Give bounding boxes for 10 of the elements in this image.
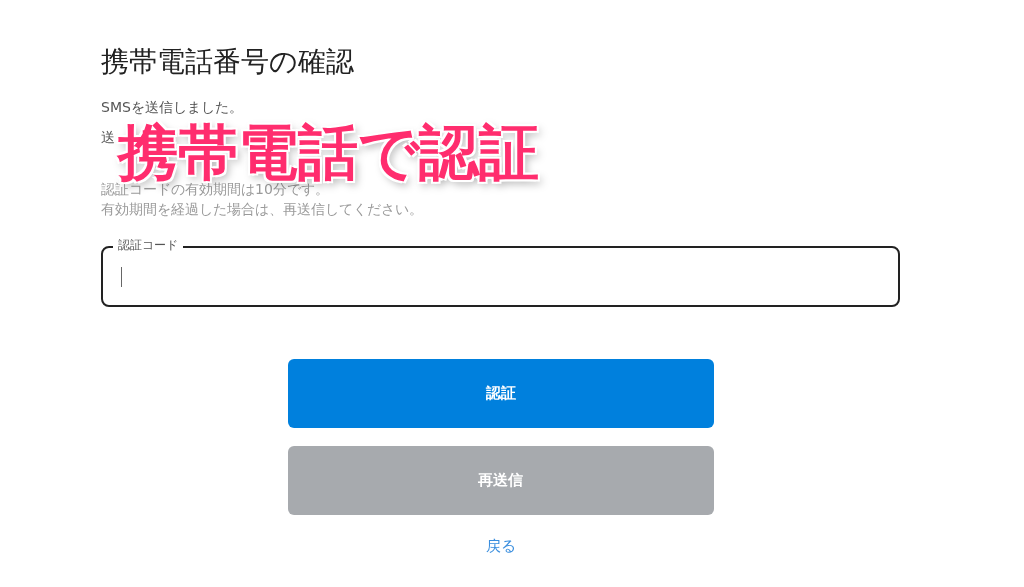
text-cursor bbox=[121, 266, 122, 287]
page-title: 携帯電話番号の確認 bbox=[101, 44, 355, 80]
resend-button[interactable]: 再送信 bbox=[287, 446, 714, 515]
message-text: 有効期間を経過した場合は、再送信してください。 bbox=[101, 200, 423, 218]
message-text: SMSを送信しました。 bbox=[101, 98, 243, 116]
field-label: 認証コード bbox=[113, 237, 183, 253]
message-text: 送 bbox=[101, 128, 115, 146]
overlay-caption: 携帯電話で認証 bbox=[118, 122, 539, 182]
verify-button[interactable]: 認証 bbox=[287, 359, 714, 428]
back-link[interactable]: 戻る bbox=[485, 537, 516, 556]
